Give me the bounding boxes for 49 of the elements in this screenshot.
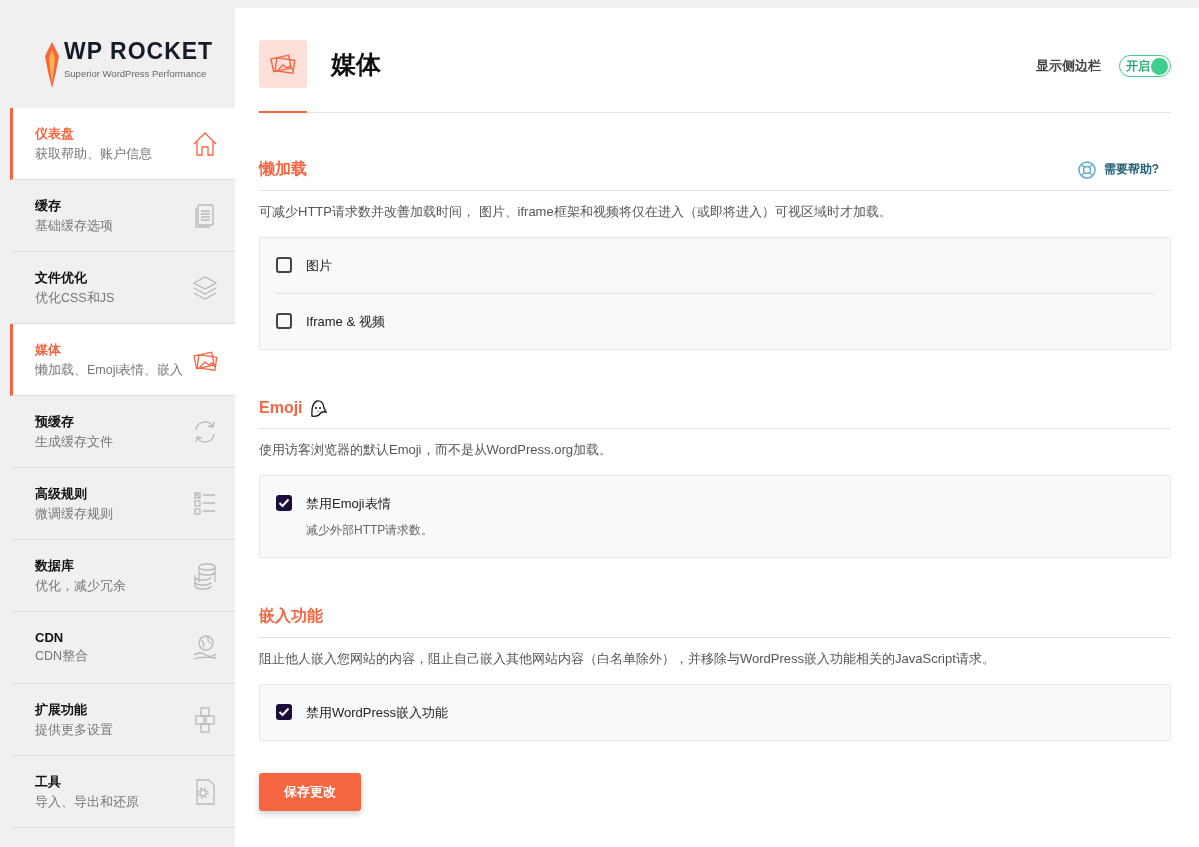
nav-item-title: 工具	[35, 772, 62, 791]
rocket-icon	[42, 42, 62, 88]
section-title: 嵌入功能	[259, 606, 323, 626]
nav-item-title: 预缓存	[35, 412, 75, 431]
nav-item-title: 文件优化	[35, 268, 88, 287]
nav-item-subtitle: 懒加载、Emoji表情、嵌入	[35, 361, 185, 379]
sidebar-nav-item[interactable]: 仪表盘 获取帮助、账户信息	[10, 108, 235, 180]
sidebar-nav-item[interactable]: 媒体 懒加载、Emoji表情、嵌入	[10, 324, 235, 396]
option-label: 禁用WordPress嵌入功能	[306, 704, 449, 722]
database-icon	[192, 561, 218, 590]
nav-item-subtitle: 微调缓存规则	[35, 505, 114, 523]
cubes-icon	[192, 705, 218, 734]
option-label: 禁用Emoji表情	[306, 495, 392, 513]
checklist-icon	[192, 489, 218, 518]
nav-item-subtitle: 生成缓存文件	[35, 433, 114, 451]
option-hint: 减少外部HTTP请求数。	[306, 522, 434, 539]
nav-item-title: 高级规则	[35, 484, 88, 503]
checkbox[interactable]	[276, 257, 292, 273]
nav-item-title: 媒体	[35, 340, 62, 359]
nav-item-subtitle: 导入、导出和还原	[35, 793, 140, 811]
section-description: 阻止他人嵌入您网站的内容，阻止自己嵌入其他网站内容（白名单除外），并移除与WordPress嵌入功能相关的JavaScript请求。	[259, 650, 996, 668]
nav-item-subtitle: 获取帮助、账户信息	[35, 145, 153, 163]
photos-icon	[259, 40, 307, 88]
section-description: 可减少HTTP请求数并改善加载时间， 图片、iframe框架和视频将仅在进入（或即将进入）可视区域时才加载。	[259, 203, 893, 221]
section-title: Emoji	[259, 399, 303, 417]
checkbox[interactable]	[276, 704, 292, 720]
logo-tagline: Superior WordPress Performance	[64, 68, 208, 79]
toggle-label: 显示侧边栏	[1036, 57, 1101, 75]
page-title: 媒体	[331, 49, 382, 80]
nav-item-title: 扩展功能	[35, 700, 88, 719]
nav-item-subtitle: 基础缓存选项	[35, 217, 114, 235]
option-label: Iframe & 视频	[306, 313, 385, 331]
nav-item-subtitle: CDN整合	[35, 648, 90, 665]
nav-item-title: 缓存	[35, 196, 62, 215]
nav-item-title: 仪表盘	[35, 124, 75, 143]
option-label: 图片	[306, 257, 332, 275]
nav-item-title: 数据库	[35, 556, 75, 575]
help-link[interactable]: 需要帮助?	[1077, 160, 1159, 179]
nav-item-subtitle: 优化，减少冗余	[35, 577, 127, 595]
nav-item-subtitle: 优化CSS和JS	[35, 289, 116, 307]
section-title: 懒加载	[259, 159, 307, 179]
globe-icon	[192, 633, 218, 662]
checkbox[interactable]	[276, 313, 292, 329]
logo-wordmark: WP ROCKET	[64, 38, 214, 64]
lifebuoy-icon	[1077, 160, 1096, 179]
checkbox[interactable]	[276, 495, 292, 511]
section-description: 使用访客浏览器的默认Emoji，而不是从WordPress.org加载。	[259, 441, 613, 459]
nav-item-subtitle: 提供更多设置	[35, 721, 114, 739]
nav-item-title: CDN	[35, 630, 65, 645]
